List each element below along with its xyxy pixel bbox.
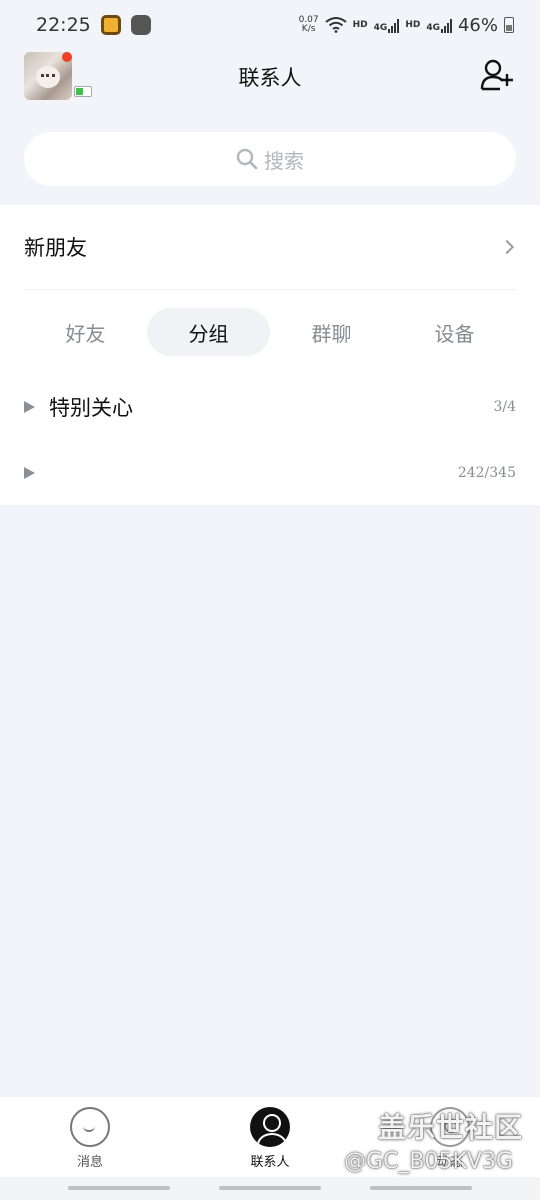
wifi-icon [325,17,347,33]
header: 联系人 [0,50,540,110]
gesture-pill[interactable] [370,1186,472,1190]
group-count: 3/4 [493,399,516,415]
message-bubble-icon [70,1107,110,1147]
page-title: 联系人 [238,66,302,90]
group-name: 特别关心 [49,396,133,420]
tab-group-chats[interactable]: 群聊 [270,308,393,356]
battery-icon [504,17,514,33]
group-count: 242/345 [457,465,516,481]
group-row-unnamed[interactable]: 242/345 [24,453,516,493]
gesture-bar [0,1177,540,1200]
hd-label-2: HD [405,20,421,30]
gesture-pill[interactable] [219,1186,321,1190]
status-bar: 22:25 0.07 K/s HD 4G HD 4G 46% [0,0,540,50]
contacts-panel: 新朋友 好友 分组 群聊 设备 特别关心 3/4 242/345 [0,205,540,505]
search-input[interactable]: 搜索 [24,132,516,186]
clock: 22:25 [36,14,91,36]
expand-triangle-icon [24,401,35,413]
expand-triangle-icon [24,467,35,479]
search-placeholder: 搜索 [264,148,304,173]
search-icon [236,148,258,170]
nav-messages-label: 消息 [76,1155,103,1170]
nav-contacts[interactable]: 联系人 [180,1097,360,1177]
tab-groups[interactable]: 分组 [147,308,270,356]
signal-icon-1: 4G [374,17,400,33]
add-friend-icon[interactable] [480,58,514,92]
gesture-pill[interactable] [68,1186,170,1190]
watermark-handle: @GC_B05KV3G [344,1149,514,1174]
contacts-tabs: 好友 分组 群聊 设备 [24,308,516,356]
hd-label-1: HD [352,20,368,30]
new-friends-row[interactable]: 新朋友 [24,205,516,290]
nav-contacts-label: 联系人 [250,1155,290,1170]
chevron-right-icon [499,239,515,255]
nav-messages[interactable]: 消息 [0,1097,180,1177]
tab-friends[interactable]: 好友 [24,308,147,356]
group-row-special-care[interactable]: 特别关心 3/4 [24,387,516,427]
net-speed: 0.07 K/s [298,15,319,34]
signal-icon-2: 4G [426,17,452,33]
app-notification-icon [100,15,121,35]
tab-devices[interactable]: 设备 [393,308,516,356]
notification-dot [62,52,72,62]
check-notification-icon [130,15,151,35]
new-friends-label: 新朋友 [24,236,87,260]
contacts-person-icon [250,1107,290,1147]
watermark-title: 盖乐世社区 [378,1111,524,1144]
battery-percent: 46% [457,14,498,36]
